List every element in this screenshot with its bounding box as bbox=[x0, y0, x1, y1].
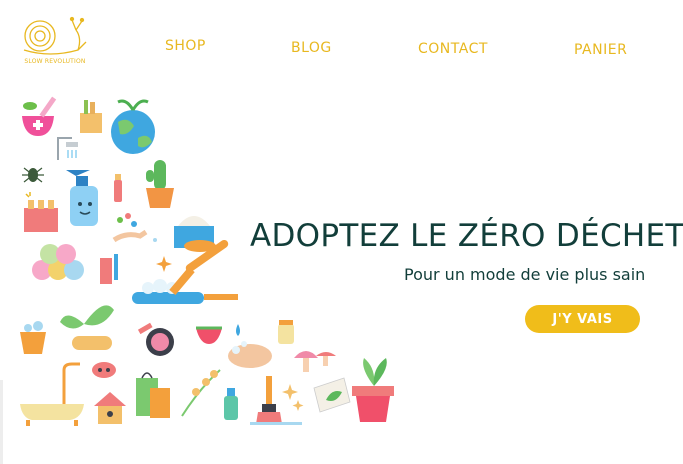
sparkle-icon bbox=[282, 384, 304, 411]
towel-rolls-icon bbox=[32, 244, 84, 280]
potted-plant-icon bbox=[352, 358, 394, 422]
nav-blog-link[interactable]: BLOG bbox=[291, 40, 332, 56]
birdhouse-icon bbox=[94, 392, 126, 424]
insect-icon bbox=[22, 167, 44, 183]
mortar-pestle-icon bbox=[22, 96, 57, 136]
hand-washing-icon bbox=[228, 341, 272, 368]
nail-polish-icon bbox=[24, 192, 58, 232]
small-bottle-icon bbox=[114, 174, 122, 202]
cactus-pot-icon bbox=[146, 160, 174, 208]
hero-title: ADOPTEZ LE ZÉRO DÉCHET bbox=[250, 218, 683, 254]
nav-contact-link[interactable]: CONTACT bbox=[418, 41, 488, 57]
bucket-icon bbox=[20, 321, 46, 354]
watermelon-icon bbox=[196, 326, 222, 344]
water-drop-icon bbox=[236, 324, 240, 336]
sparkle-icon bbox=[153, 238, 172, 272]
nav-cart-link[interactable]: PANIER bbox=[574, 42, 627, 58]
frying-pan-icon bbox=[132, 239, 238, 304]
ladybug-icon bbox=[92, 362, 116, 378]
cta-button[interactable]: J'Y VAIS bbox=[525, 305, 640, 333]
cream-jar-icon bbox=[174, 216, 216, 252]
grocery-bag-icon bbox=[80, 100, 102, 133]
shopping-bag-icon bbox=[136, 372, 170, 418]
jar-icon bbox=[278, 320, 294, 344]
page-edge-divider bbox=[0, 380, 3, 464]
zero-waste-illustration bbox=[20, 96, 394, 426]
toothpaste-icon bbox=[100, 254, 118, 284]
hero-subtitle: Pour un mode de vie plus sain bbox=[404, 265, 646, 284]
bathtub-icon bbox=[20, 362, 84, 426]
spray-bottle-icon bbox=[66, 170, 98, 226]
snail-icon bbox=[23, 16, 87, 55]
spray-icon bbox=[224, 388, 238, 420]
nav-shop-link[interactable]: SHOP bbox=[165, 38, 206, 54]
paint-brush-icon bbox=[250, 376, 302, 425]
hand-pills-icon bbox=[112, 213, 148, 243]
brand-logo[interactable]: SLOW REVOLUTION bbox=[20, 12, 90, 68]
shower-icon bbox=[57, 137, 78, 160]
leaf-tag-icon bbox=[313, 377, 351, 413]
earth-globe-icon bbox=[111, 99, 155, 154]
branch-icon bbox=[181, 369, 221, 417]
logo-text: SLOW REVOLUTION bbox=[24, 58, 86, 65]
compact-mirror-icon bbox=[137, 322, 174, 356]
sprout-icon bbox=[60, 305, 114, 350]
mushroom-icon bbox=[294, 351, 336, 372]
